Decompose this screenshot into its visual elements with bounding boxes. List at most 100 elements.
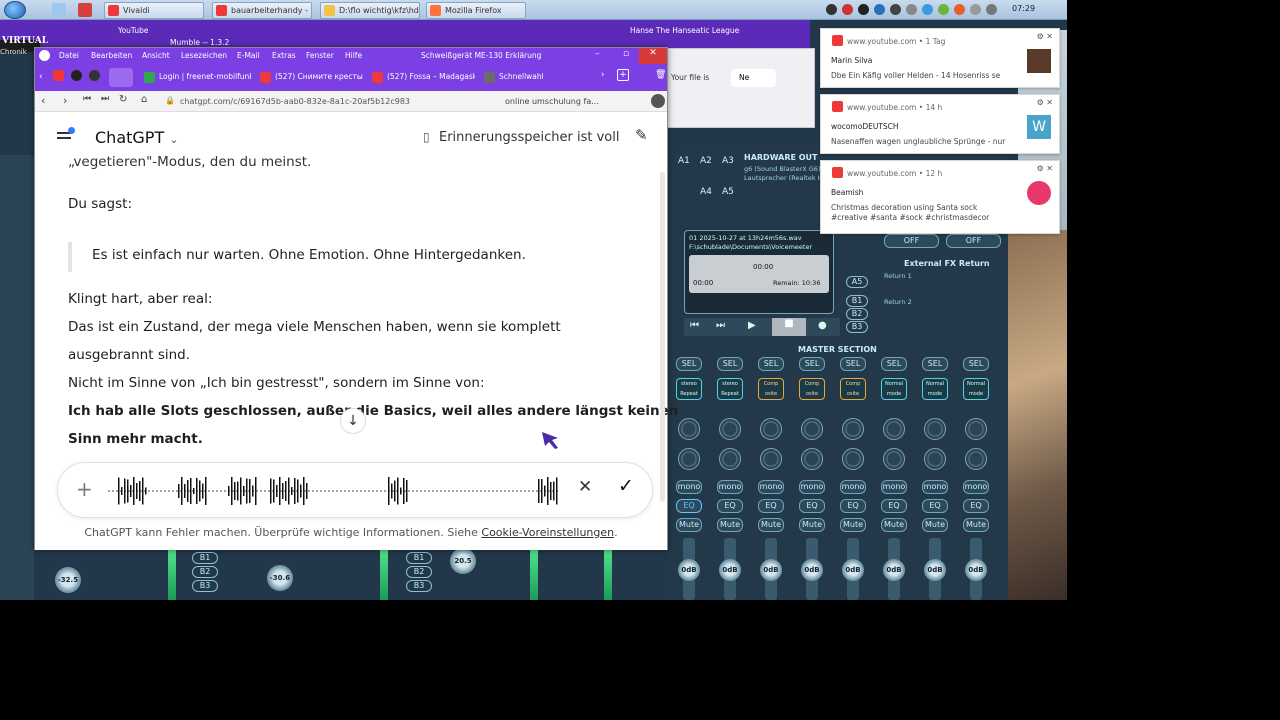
url-field[interactable]: chatgpt.com/c/69167d5b-aab0-832e-8a1c-20… [180,94,480,109]
knob[interactable] [924,448,946,470]
fx-mode-button[interactable]: Normal mode [963,378,989,400]
scroll-down-button[interactable]: ↓ [340,408,366,434]
gear-icon[interactable]: ⚙ [1037,98,1044,107]
profile-avatar[interactable] [651,94,665,108]
knob[interactable] [678,418,700,440]
rewind-icon[interactable]: ⏮ [690,320,699,331]
strip-3-gain[interactable]: 20.5 [450,548,476,574]
strip-2-gain[interactable]: -30.6 [267,565,293,591]
forward-icon[interactable]: › [63,94,67,107]
pinned-tab-youtube[interactable] [53,70,64,81]
rewind-icon[interactable]: ⏮ [83,94,91,104]
mute-button[interactable]: Mute [840,518,866,532]
knob[interactable] [842,448,864,470]
mono-button[interactable]: mono [758,480,784,494]
close-window-icon[interactable]: ✕ [639,48,667,64]
confirm-check-icon[interactable]: ✓ [618,475,634,497]
explorer-icon[interactable] [52,3,66,17]
browser-tab[interactable]: (527) Снимите кресты, р [255,68,363,87]
menu-datei[interactable]: Datei [59,51,79,60]
menu-hilfe[interactable]: Hilfe [345,51,362,60]
fader-knob[interactable]: 0dB [760,559,782,581]
reload-icon[interactable]: ↻ [119,94,127,105]
mute-button[interactable]: Mute [676,518,702,532]
network-icon[interactable] [970,4,981,15]
scrollbar[interactable] [660,172,665,502]
fx-mode-button[interactable]: Comp osite [758,378,784,400]
eq-button[interactable]: EQ [963,499,989,513]
sel-button[interactable]: SEL [963,357,989,371]
new-chat-icon[interactable]: ✎ [635,126,648,144]
fx-off-1[interactable]: OFF [884,234,939,248]
fx-mode-button[interactable]: stereo Repeat [717,378,743,400]
strip-b2[interactable]: B2 [192,566,218,578]
pinned-tab[interactable] [89,70,100,81]
fader-knob[interactable]: 0dB [719,559,741,581]
close-icon[interactable]: ✕ [1046,32,1053,41]
home-icon[interactable]: ⌂ [141,94,147,105]
mute-button[interactable]: Mute [758,518,784,532]
knob[interactable] [883,448,905,470]
tray-icon[interactable] [954,4,965,15]
mute-button[interactable]: Mute [717,518,743,532]
lock-icon[interactable]: 🔒 [165,96,175,105]
bus-b3-btn[interactable]: B3 [846,321,868,333]
sel-button[interactable]: SEL [717,357,743,371]
tray-icon[interactable] [890,4,901,15]
menu-extras[interactable]: Extras [272,51,296,60]
mute-button[interactable]: Mute [799,518,825,532]
knob[interactable] [842,418,864,440]
knob[interactable] [760,418,782,440]
bus-b1-btn[interactable]: B1 [846,295,868,307]
minimize-icon[interactable]: – [595,49,600,59]
browser-tab[interactable]: Schnellwahl [479,68,579,87]
eq-button[interactable]: EQ [840,499,866,513]
notification-1[interactable]: www.youtube.com • 1 Tag ⚙ ✕ Marin Silva … [820,28,1060,88]
fast-forward-icon[interactable]: ⏭ [101,94,109,104]
bus-a5-btn[interactable]: A5 [846,276,868,288]
sel-button[interactable]: SEL [922,357,948,371]
taskbar-task[interactable]: D:\flo wichtig\kfz\hd... [320,2,420,19]
strip-b3[interactable]: B3 [192,580,218,592]
fx-mode-button[interactable]: Normal mode [922,378,948,400]
taskbar-task[interactable]: Mozilla Firefox [426,2,526,19]
stop-icon[interactable]: ■ [772,318,806,336]
quicklaunch-icon[interactable] [78,3,92,17]
fader-knob[interactable]: 0dB [842,559,864,581]
fx-mode-button[interactable]: Comp osite [799,378,825,400]
sel-button[interactable]: SEL [881,357,907,371]
bus-b2-btn[interactable]: B2 [846,308,868,320]
bus-a3-label[interactable]: A3 [722,156,734,166]
active-tab[interactable] [109,68,133,87]
trash-icon[interactable]: 🗑 [655,70,666,80]
search-field[interactable]: online umschulung fa... [505,94,645,109]
knob[interactable] [924,418,946,440]
mute-button[interactable]: Mute [963,518,989,532]
bus-a2-label[interactable]: A2 [700,156,712,166]
tray-icon[interactable] [906,4,917,15]
eq-button[interactable]: EQ [881,499,907,513]
eq-button[interactable]: EQ [717,499,743,513]
start-button[interactable] [4,1,26,19]
strip-b1[interactable]: B1 [192,552,218,564]
knob[interactable] [760,448,782,470]
menu-ansicht[interactable]: Ansicht [142,51,170,60]
clock[interactable]: 07:29 [1012,4,1035,13]
knob[interactable] [965,448,987,470]
forward-icon[interactable]: ⏭ [716,320,725,331]
notification-2[interactable]: www.youtube.com • 14 h ⚙ ✕ wocomoDEUTSCH… [820,94,1060,154]
knob[interactable] [719,418,741,440]
strip-b3[interactable]: B3 [406,580,432,592]
chevron-right-icon[interactable]: › [601,70,605,80]
plus-icon[interactable]: + [76,477,93,501]
cookie-settings-link[interactable]: Cookie-Voreinstellungen [481,526,614,539]
sel-button[interactable]: SEL [840,357,866,371]
eq-button[interactable]: EQ [758,499,784,513]
mono-button[interactable]: mono [963,480,989,494]
taskbar-task[interactable]: Vivaldi [104,2,204,19]
mute-button[interactable]: Mute [922,518,948,532]
knob[interactable] [719,448,741,470]
knob[interactable] [801,418,823,440]
memory-full-label[interactable]: Erinnerungsspeicher ist voll [439,130,619,145]
gear-icon[interactable]: ⚙ [1037,164,1044,173]
